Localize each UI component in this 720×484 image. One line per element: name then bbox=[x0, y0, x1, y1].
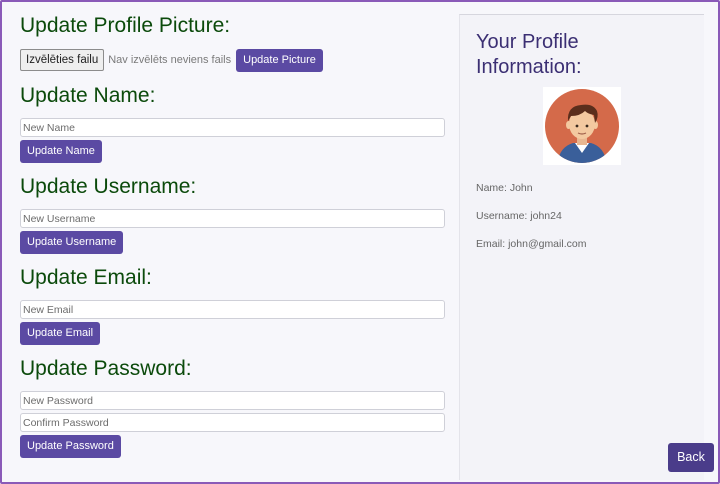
profile-info-title: Your Profile Information: bbox=[476, 30, 626, 80]
update-password-title: Update Password: bbox=[20, 357, 192, 380]
file-chooser-row: Izvēlēties failu Nav izvēlēts neviens fa… bbox=[20, 48, 446, 72]
update-email-button[interactable]: Update Email bbox=[20, 322, 101, 345]
profile-email: Email: john@gmail.com bbox=[476, 238, 587, 250]
update-password-section: Update Password: Update Password bbox=[20, 355, 446, 458]
profile-name: Name: John bbox=[476, 182, 533, 194]
update-username-section: Update Username: Update Username bbox=[20, 173, 446, 254]
update-name-title: Update Name: bbox=[20, 84, 156, 107]
new-username-input[interactable] bbox=[20, 209, 445, 228]
update-picture-section: Update Profile Picture: Izvēlēties failu… bbox=[20, 12, 446, 72]
update-password-button[interactable]: Update Password bbox=[20, 435, 121, 458]
choose-file-button[interactable]: Izvēlēties failu bbox=[20, 49, 105, 71]
update-picture-title: Update Profile Picture: bbox=[20, 14, 231, 37]
update-email-title: Update Email: bbox=[20, 266, 152, 289]
update-email-section: Update Email: Update Email bbox=[20, 264, 446, 345]
update-name-button[interactable]: Update Name bbox=[20, 140, 102, 163]
back-button[interactable]: Back bbox=[668, 443, 714, 472]
new-password-input[interactable] bbox=[20, 391, 445, 410]
file-status-text: Nav izvēlēts neviens fails bbox=[108, 54, 232, 66]
update-username-button[interactable]: Update Username bbox=[20, 231, 124, 254]
new-name-input[interactable] bbox=[20, 118, 445, 137]
profile-info-panel: Your Profile Information: Name: John Use… bbox=[459, 14, 704, 480]
update-forms-column: Update Profile Picture: Izvēlēties failu… bbox=[20, 12, 446, 464]
update-picture-button[interactable]: Update Picture bbox=[236, 48, 323, 72]
profile-username: Username: john24 bbox=[476, 210, 562, 222]
update-name-section: Update Name: Update Name bbox=[20, 82, 446, 163]
update-username-title: Update Username: bbox=[20, 175, 197, 198]
profile-title-text: Your Profile Information: bbox=[476, 31, 582, 78]
new-email-input[interactable] bbox=[20, 300, 445, 319]
confirm-password-input[interactable] bbox=[20, 413, 445, 432]
user-avatar-icon bbox=[543, 87, 621, 165]
